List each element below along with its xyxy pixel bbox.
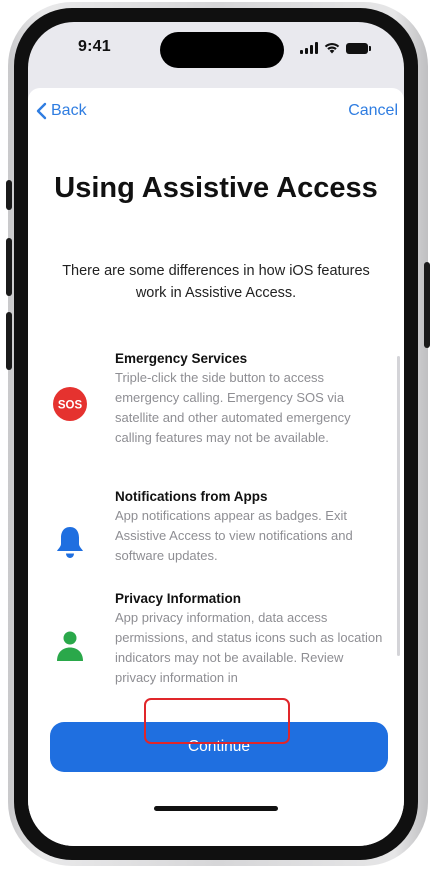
chevron-left-icon <box>36 102 47 120</box>
dynamic-island <box>160 32 284 68</box>
volume-up-button <box>6 238 12 296</box>
highlight-annotation <box>144 698 290 744</box>
feature-title: Notifications from Apps <box>115 489 268 504</box>
feature-list[interactable]: SOS Emergency Services Triple-click the … <box>28 350 404 698</box>
sos-icon-label: SOS <box>58 400 83 412</box>
page-subtitle: There are some differences in how iOS fe… <box>62 263 370 301</box>
person-icon <box>57 631 83 661</box>
back-label: Back <box>51 102 87 119</box>
status-icons <box>300 41 371 55</box>
side-button <box>424 262 430 348</box>
sos-icon: SOS <box>53 387 87 421</box>
wifi-icon <box>324 43 340 54</box>
scroll-indicator[interactable] <box>397 356 400 656</box>
navigation-bar: Back Cancel <box>28 88 404 132</box>
action-button <box>6 180 12 210</box>
cancel-button[interactable]: Cancel <box>348 102 398 120</box>
feature-text: Privacy Information App privacy informat… <box>115 590 387 688</box>
feature-title: Privacy Information <box>115 591 242 606</box>
status-time: 9:41 <box>78 38 111 55</box>
back-button[interactable]: Back <box>36 102 87 120</box>
signal-icon <box>300 42 318 54</box>
home-indicator[interactable] <box>154 806 278 811</box>
feature-text: Emergency Services Triple-click the side… <box>115 350 387 448</box>
page-title: Using Assistive Access <box>54 172 378 204</box>
feature-description: App notifications appear as badges. Exit… <box>115 508 353 563</box>
feature-description: Triple-click the side button to access e… <box>115 370 351 445</box>
volume-down-button <box>6 312 12 370</box>
status-bar: 9:41 <box>28 22 404 82</box>
feature-description: App privacy information, data access per… <box>115 610 383 685</box>
feature-title: Emergency Services <box>115 351 248 366</box>
battery-icon <box>346 42 371 54</box>
bell-icon <box>57 527 83 558</box>
feature-text: Notifications from Apps App notification… <box>115 488 387 566</box>
